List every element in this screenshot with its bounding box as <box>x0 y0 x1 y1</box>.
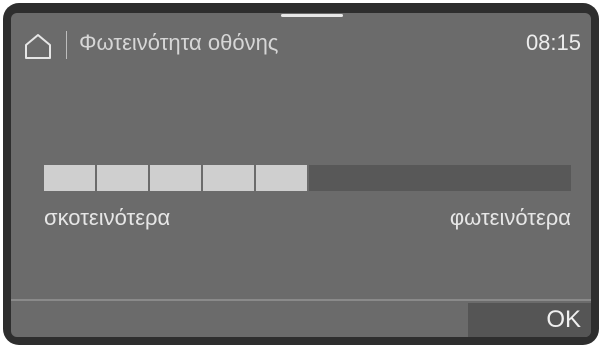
darker-label: σκοτεινότερα <box>44 205 171 230</box>
brightness-slider[interactable] <box>44 165 571 191</box>
header-bar: Φωτεινότητα οθόνης 08:15 <box>11 13 591 71</box>
brightness-segment-on[interactable] <box>256 165 307 191</box>
brightness-segment-on[interactable] <box>97 165 148 191</box>
device-bezel: Φωτεινότητα οθόνης 08:15 σκοτεινότερα φω… <box>3 3 599 345</box>
display-screen: Φωτεινότητα οθόνης 08:15 σκοτεινότερα φω… <box>11 13 591 337</box>
header-divider <box>66 31 67 59</box>
page-title: Φωτεινότητα οθόνης <box>79 30 279 55</box>
brightness-segment-on[interactable] <box>44 165 95 191</box>
brightness-segment-off[interactable] <box>309 165 571 191</box>
brighter-label: φωτεινότερα <box>449 205 571 230</box>
home-icon[interactable] <box>24 33 52 59</box>
footer-divider <box>11 299 591 301</box>
ok-button[interactable]: OK <box>468 303 591 337</box>
brightness-segment-on[interactable] <box>150 165 201 191</box>
brightness-segment-on[interactable] <box>203 165 254 191</box>
clock-time: 08:15 <box>525 30 581 55</box>
